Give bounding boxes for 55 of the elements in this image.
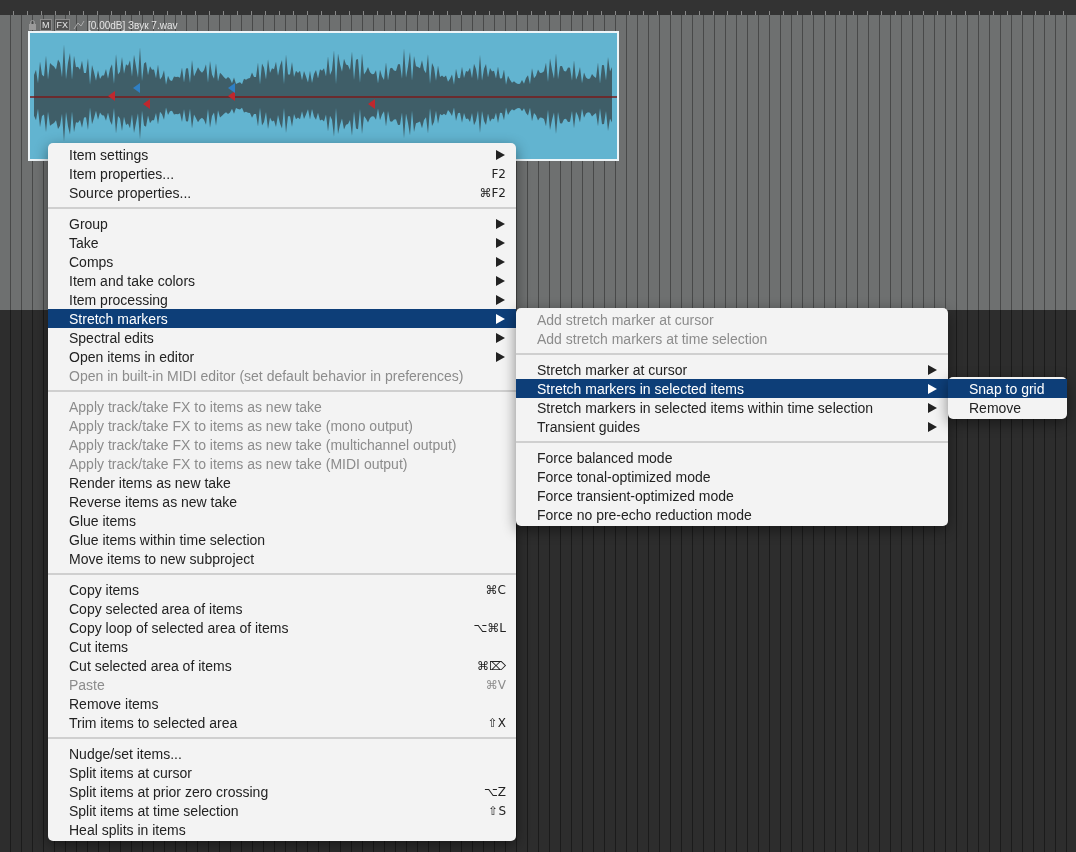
menu-item[interactable]: Stretch markers in selected items: [516, 379, 948, 398]
menu-item[interactable]: Open items in editor: [48, 347, 516, 366]
lock-icon: [28, 20, 37, 30]
menu-item[interactable]: Move items to new subproject: [48, 549, 516, 568]
menu-item[interactable]: Stretch markers: [48, 309, 516, 328]
submenu-arrow-icon: [496, 218, 505, 229]
menu-item[interactable]: Comps: [48, 252, 516, 271]
menu-item[interactable]: Split items at time selection ⇧S: [48, 801, 516, 820]
menu-item[interactable]: Force transient-optimized mode: [516, 486, 948, 505]
submenu-arrow-icon: [496, 275, 505, 286]
menu-item[interactable]: Split items at prior zero crossing ⌥Z: [48, 782, 516, 801]
submenu-arrow-icon: [496, 256, 505, 267]
menu-item[interactable]: Render items as new take: [48, 473, 516, 492]
submenu-arrow-icon: [496, 294, 505, 305]
submenu-arrow-icon: [496, 237, 505, 248]
menu-item[interactable]: Glue items: [48, 511, 516, 530]
submenu-arrow-icon: [928, 421, 937, 432]
menu-item[interactable]: Spectral edits: [48, 328, 516, 347]
menu-item[interactable]: Source properties... ⌘F2: [48, 183, 516, 202]
menu-item[interactable]: Item and take colors: [48, 271, 516, 290]
envelope-icon: [73, 20, 85, 30]
submenu-arrow-icon: [928, 383, 937, 394]
menu-item[interactable]: Remove: [948, 398, 1067, 417]
menu-item[interactable]: Item processing: [48, 290, 516, 309]
submenu-arrow-icon: [496, 313, 505, 324]
menu-item[interactable]: Copy selected area of items: [48, 599, 516, 618]
menu-item[interactable]: Trim items to selected area ⇧X: [48, 713, 516, 732]
fx-toggle[interactable]: FX: [54, 19, 70, 31]
menu-item[interactable]: Force balanced mode: [516, 448, 948, 467]
menu-item[interactable]: Split items at cursor: [48, 763, 516, 782]
menu-item[interactable]: Copy items ⌘C: [48, 580, 516, 599]
menu-item[interactable]: Stretch marker at cursor: [516, 360, 948, 379]
submenu-arrow-icon: [928, 402, 937, 413]
menu-item[interactable]: Copy loop of selected area of items ⌥⌘L: [48, 618, 516, 637]
menu-item[interactable]: Nudge/set items...: [48, 744, 516, 763]
menu-item[interactable]: Glue items within time selection: [48, 530, 516, 549]
menu-item[interactable]: Heal splits in items: [48, 820, 516, 839]
menu-item[interactable]: Cut selected area of items ⌘⌦: [48, 656, 516, 675]
menu-item[interactable]: Item settings: [48, 145, 516, 164]
menu-item[interactable]: Snap to grid: [948, 379, 1067, 398]
submenu-arrow-icon: [496, 149, 505, 160]
menu-item[interactable]: Cut items: [48, 637, 516, 656]
menu-item[interactable]: Reverse items as new take: [48, 492, 516, 511]
menu-item[interactable]: Remove items: [48, 694, 516, 713]
menu-item[interactable]: Group: [48, 214, 516, 233]
menu-item[interactable]: Transient guides: [516, 417, 948, 436]
menu-item[interactable]: Take: [48, 233, 516, 252]
submenu-arrow-icon: [496, 332, 505, 343]
menu-item[interactable]: Force no pre-echo reduction mode: [516, 505, 948, 524]
submenu-arrow-icon: [928, 364, 937, 375]
menu-item[interactable]: Force tonal-optimized mode: [516, 467, 948, 486]
item-title: [0.00dB] Звук 7.wav: [88, 19, 178, 31]
submenu-arrow-icon: [496, 351, 505, 362]
menu-item[interactable]: Stretch markers in selected items within time selection: [516, 398, 948, 417]
menu-item[interactable]: Item properties... F2: [48, 164, 516, 183]
